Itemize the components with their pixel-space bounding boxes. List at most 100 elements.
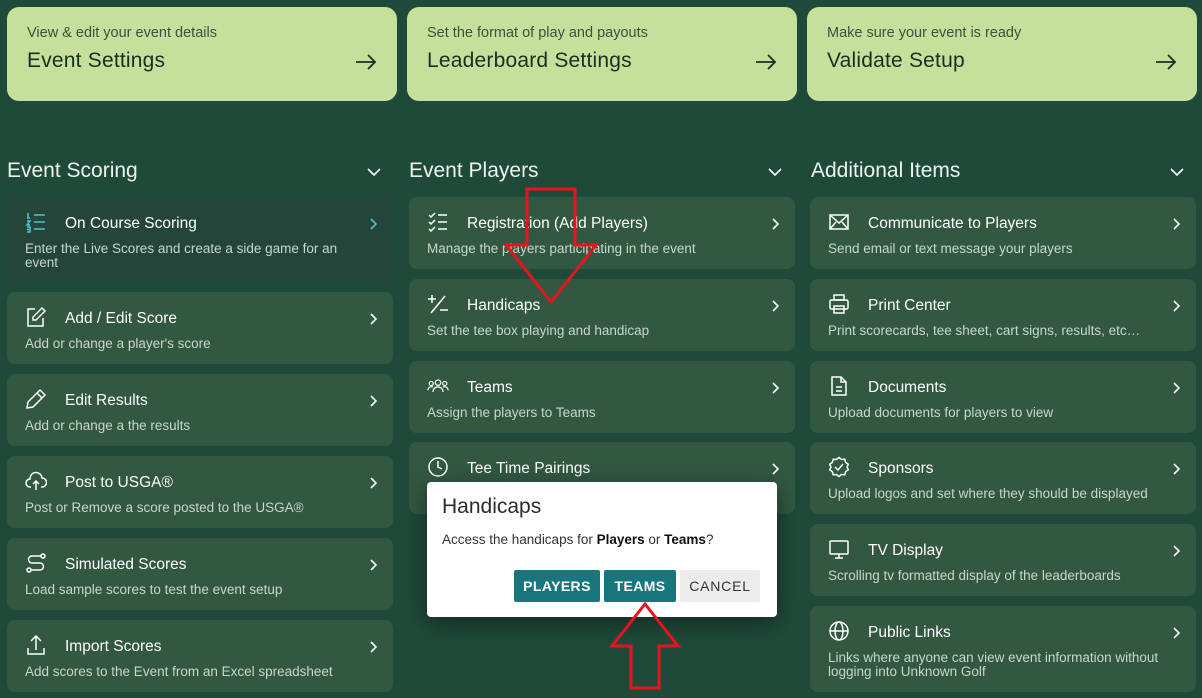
handicaps-dialog: Handicaps Access the handicaps for Playe… bbox=[427, 482, 777, 617]
simulated-scores-card[interactable]: Simulated Scores Load sample scores to t… bbox=[7, 538, 393, 610]
validate-setup-title: Validate Setup bbox=[827, 49, 965, 72]
leaderboard-settings-title: Leaderboard Settings bbox=[427, 49, 632, 72]
card-title: Post to USGA® bbox=[65, 474, 173, 491]
printer-icon bbox=[829, 294, 849, 314]
event-settings-subtitle: View & edit your event details bbox=[27, 25, 217, 41]
dialog-message-text: or bbox=[644, 532, 665, 547]
card-description: Add or change a the results bbox=[25, 418, 191, 433]
documents-card[interactable]: Documents Upload documents for players t… bbox=[810, 361, 1196, 433]
print-center-card[interactable]: Print Center Print scorecards, tee sheet… bbox=[810, 279, 1196, 351]
leaderboard-settings-card[interactable]: Set the format of play and payouts Leade… bbox=[407, 7, 797, 101]
event-players-heading: Event Players bbox=[409, 159, 539, 182]
dialog-message-text: Access the handicaps for bbox=[442, 532, 597, 547]
chevron-right-icon bbox=[772, 382, 779, 394]
mail-icon bbox=[829, 214, 849, 230]
card-description: Upload documents for players to view bbox=[828, 405, 1054, 420]
arrow-right-icon bbox=[756, 54, 777, 70]
globe-icon bbox=[829, 621, 849, 641]
chevron-right-icon bbox=[370, 559, 377, 571]
additional-items-heading: Additional Items bbox=[811, 159, 961, 182]
chevron-right-icon bbox=[370, 395, 377, 407]
card-description: Send email or text message your players bbox=[828, 241, 1073, 256]
chevron-right-icon bbox=[772, 463, 779, 475]
checklist-icon bbox=[428, 212, 447, 233]
registration-card[interactable]: Registration (Add Players) Manage the pl… bbox=[409, 197, 795, 269]
group-icon bbox=[427, 379, 449, 393]
card-title: Sponsors bbox=[868, 460, 934, 477]
monitor-icon bbox=[829, 540, 849, 559]
dialog-message: Access the handicaps for Players or Team… bbox=[442, 532, 713, 547]
edit-square-icon bbox=[27, 306, 47, 327]
upload-icon bbox=[27, 634, 45, 655]
public-links-card[interactable]: Public Links Links where anyone can view… bbox=[810, 606, 1196, 692]
on-course-scoring-card[interactable]: On Course Scoring Enter the Live Scores … bbox=[7, 197, 393, 283]
card-description: Add scores to the Event from an Excel sp… bbox=[25, 664, 333, 679]
card-title: On Course Scoring bbox=[65, 215, 197, 232]
chevron-right-icon bbox=[772, 300, 779, 312]
chevron-down-icon[interactable] bbox=[767, 166, 783, 178]
chevron-right-icon bbox=[370, 218, 377, 230]
sponsors-card[interactable]: Sponsors Upload logos and set where they… bbox=[810, 442, 1196, 514]
players-button[interactable]: PLAYERS bbox=[514, 570, 600, 602]
leaderboard-settings-subtitle: Set the format of play and payouts bbox=[427, 25, 648, 41]
card-description: Scrolling tv formatted display of the le… bbox=[828, 568, 1121, 583]
card-title: Simulated Scores bbox=[65, 556, 187, 573]
edit-results-card[interactable]: Edit Results Add or change a the results bbox=[7, 374, 393, 446]
cancel-button[interactable]: CANCEL bbox=[680, 570, 760, 602]
teams-button[interactable]: TEAMS bbox=[604, 570, 676, 602]
event-settings-title: Event Settings bbox=[27, 49, 166, 72]
chevron-down-icon[interactable] bbox=[1169, 166, 1185, 178]
event-scoring-heading: Event Scoring bbox=[7, 159, 138, 182]
chevron-right-icon bbox=[1173, 218, 1180, 230]
chevron-right-icon bbox=[370, 313, 377, 325]
tv-display-card[interactable]: TV Display Scrolling tv formatted displa… bbox=[810, 524, 1196, 596]
chevron-right-icon bbox=[1173, 463, 1180, 475]
chevron-right-icon bbox=[1173, 300, 1180, 312]
card-title: Add / Edit Score bbox=[65, 310, 178, 327]
dialog-message-players: Players bbox=[596, 532, 645, 547]
card-title: TV Display bbox=[868, 542, 943, 559]
route-icon bbox=[26, 553, 46, 573]
card-title: Teams bbox=[467, 379, 513, 396]
validate-setup-subtitle: Make sure your event is ready bbox=[827, 25, 1022, 41]
card-description: Manage the players participating in the … bbox=[427, 241, 696, 256]
plus-minus-icon bbox=[428, 295, 448, 314]
chevron-down-icon[interactable] bbox=[366, 166, 382, 178]
dialog-message-text: ? bbox=[705, 532, 714, 547]
communicate-card[interactable]: Communicate to Players Send email or tex… bbox=[810, 197, 1196, 269]
handicaps-card[interactable]: Handicaps Set the tee box playing and ha… bbox=[409, 279, 795, 351]
card-description: Enter the Live Scores and create a side … bbox=[25, 241, 338, 270]
import-scores-card[interactable]: Import Scores Add scores to the Event fr… bbox=[7, 620, 393, 692]
validate-setup-card[interactable]: Make sure your event is ready Validate S… bbox=[807, 7, 1197, 101]
card-description: Set the tee box playing and handicap bbox=[427, 323, 650, 338]
card-title: Communicate to Players bbox=[868, 215, 1037, 232]
dialog-message-teams: Teams bbox=[664, 532, 706, 547]
card-title: Documents bbox=[868, 379, 947, 396]
chevron-right-icon bbox=[1173, 545, 1180, 557]
card-title: Import Scores bbox=[65, 638, 162, 655]
card-description: Post or Remove a score posted to the USG… bbox=[25, 500, 304, 515]
chevron-right-icon bbox=[370, 641, 377, 653]
annotation-arrow-up-icon bbox=[609, 601, 681, 690]
card-description: Upload logos and set where they should b… bbox=[828, 486, 1148, 501]
card-title: Print Center bbox=[868, 297, 951, 314]
card-description: Add or change a player's score bbox=[25, 336, 211, 351]
chevron-right-icon bbox=[772, 218, 779, 230]
clock-icon bbox=[428, 457, 448, 477]
card-description: Load sample scores to test the event set… bbox=[25, 582, 283, 597]
post-to-usga-card[interactable]: Post to USGA® Post or Remove a score pos… bbox=[7, 456, 393, 528]
arrow-right-icon bbox=[356, 54, 377, 70]
event-settings-card[interactable]: View & edit your event details Event Set… bbox=[7, 7, 397, 101]
add-edit-score-card[interactable]: Add / Edit Score Add or change a player'… bbox=[7, 292, 393, 364]
badge-check-icon bbox=[828, 456, 850, 478]
numbered-list-icon bbox=[25, 213, 45, 233]
dialog-title: Handicaps bbox=[442, 495, 542, 518]
cloud-upload-icon bbox=[25, 471, 47, 490]
teams-card[interactable]: Teams Assign the players to Teams bbox=[409, 361, 795, 433]
arrow-right-icon bbox=[1156, 54, 1177, 70]
card-title: Public Links bbox=[868, 624, 951, 641]
document-icon bbox=[831, 376, 847, 396]
chevron-right-icon bbox=[1173, 627, 1180, 639]
annotation-arrow-down-icon bbox=[503, 187, 599, 305]
card-description: Links where anyone can view event inform… bbox=[828, 650, 1159, 679]
